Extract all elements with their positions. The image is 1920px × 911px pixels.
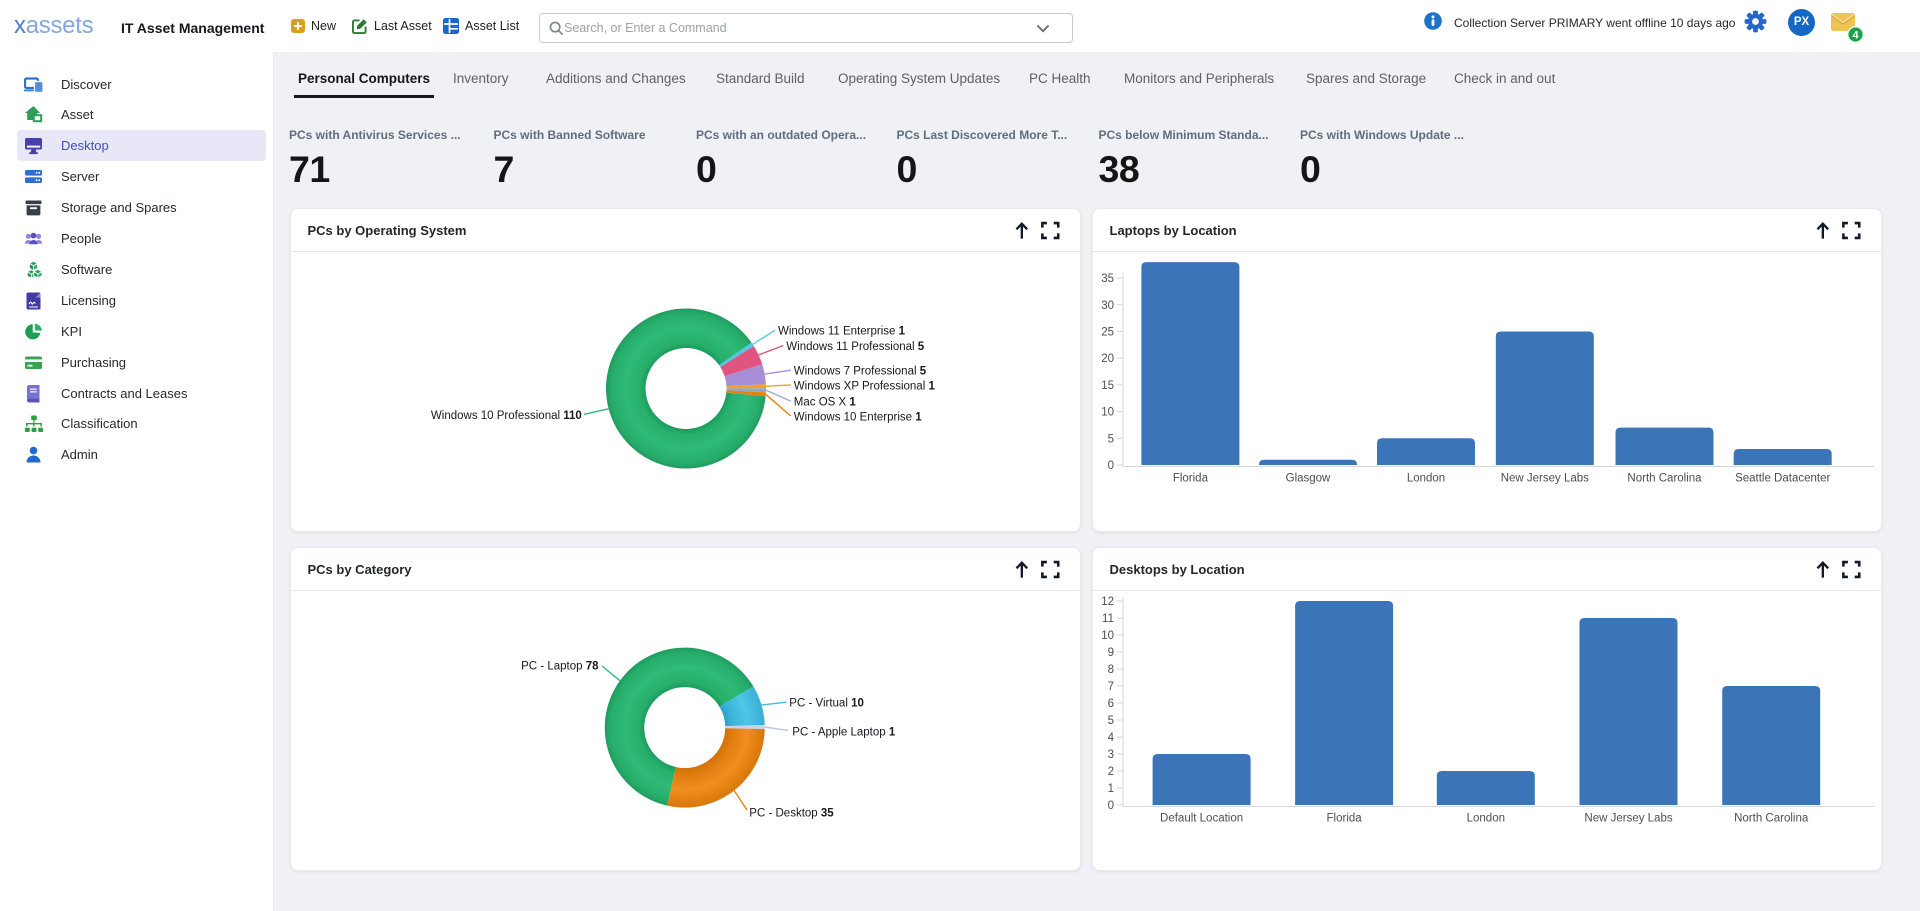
svg-text:35: 35 xyxy=(1101,273,1114,285)
svg-text:7: 7 xyxy=(1108,681,1114,693)
svg-text:5: 5 xyxy=(1108,433,1114,445)
svg-text:London: London xyxy=(1407,473,1445,485)
svg-text:PC - Virtual 10: PC - Virtual 10 xyxy=(789,697,864,709)
svg-text:0: 0 xyxy=(1108,800,1114,812)
svg-text:3: 3 xyxy=(1108,749,1114,761)
svg-text:PC - Laptop 78: PC - Laptop 78 xyxy=(521,660,599,672)
svg-text:London: London xyxy=(1467,812,1505,824)
svg-text:25: 25 xyxy=(1101,327,1114,339)
svg-text:4: 4 xyxy=(1852,30,1859,42)
svg-text:11: 11 xyxy=(1102,613,1114,625)
svg-text:New Jersey Labs: New Jersey Labs xyxy=(1584,812,1672,824)
svg-text:Windows XP Professional 1: Windows XP Professional 1 xyxy=(794,380,936,392)
svg-text:North Carolina: North Carolina xyxy=(1627,473,1702,485)
svg-text:Windows 11 Professional 5: Windows 11 Professional 5 xyxy=(786,341,924,353)
svg-text:Glasgow: Glasgow xyxy=(1286,473,1331,485)
svg-text:Default Location: Default Location xyxy=(1160,812,1243,824)
svg-text:4: 4 xyxy=(1108,732,1115,744)
svg-text:Seattle Datacenter: Seattle Datacenter xyxy=(1735,473,1830,485)
svg-text:New Jersey Labs: New Jersey Labs xyxy=(1501,473,1589,485)
svg-text:15: 15 xyxy=(1101,380,1114,392)
svg-text:8: 8 xyxy=(1108,664,1114,676)
svg-text:Windows 11 Enterprise 1: Windows 11 Enterprise 1 xyxy=(778,326,906,338)
svg-text:10: 10 xyxy=(1101,630,1114,642)
svg-text:North Carolina: North Carolina xyxy=(1734,812,1809,824)
svg-text:Windows 10 Enterprise 1: Windows 10 Enterprise 1 xyxy=(794,411,922,423)
svg-text:30: 30 xyxy=(1101,300,1114,312)
svg-text:10: 10 xyxy=(1101,407,1114,419)
svg-text:PC - Apple Laptop 1: PC - Apple Laptop 1 xyxy=(792,726,896,738)
svg-text:5: 5 xyxy=(1108,715,1114,727)
svg-text:Windows 7 Professional 5: Windows 7 Professional 5 xyxy=(794,366,927,378)
svg-text:6: 6 xyxy=(1108,698,1114,710)
svg-text:Florida: Florida xyxy=(1327,812,1363,824)
svg-text:12: 12 xyxy=(1101,596,1114,608)
svg-text:Florida: Florida xyxy=(1173,473,1209,485)
svg-text:9: 9 xyxy=(1108,647,1114,659)
svg-text:PC - Desktop 35: PC - Desktop 35 xyxy=(749,807,834,819)
svg-text:Windows 10 Professional 110: Windows 10 Professional 110 xyxy=(431,410,582,422)
svg-text:0: 0 xyxy=(1108,460,1114,472)
svg-text:1: 1 xyxy=(1108,783,1114,795)
svg-text:Mac OS X 1: Mac OS X 1 xyxy=(794,397,857,409)
svg-text:20: 20 xyxy=(1101,353,1114,365)
svg-text:2: 2 xyxy=(1108,766,1114,778)
